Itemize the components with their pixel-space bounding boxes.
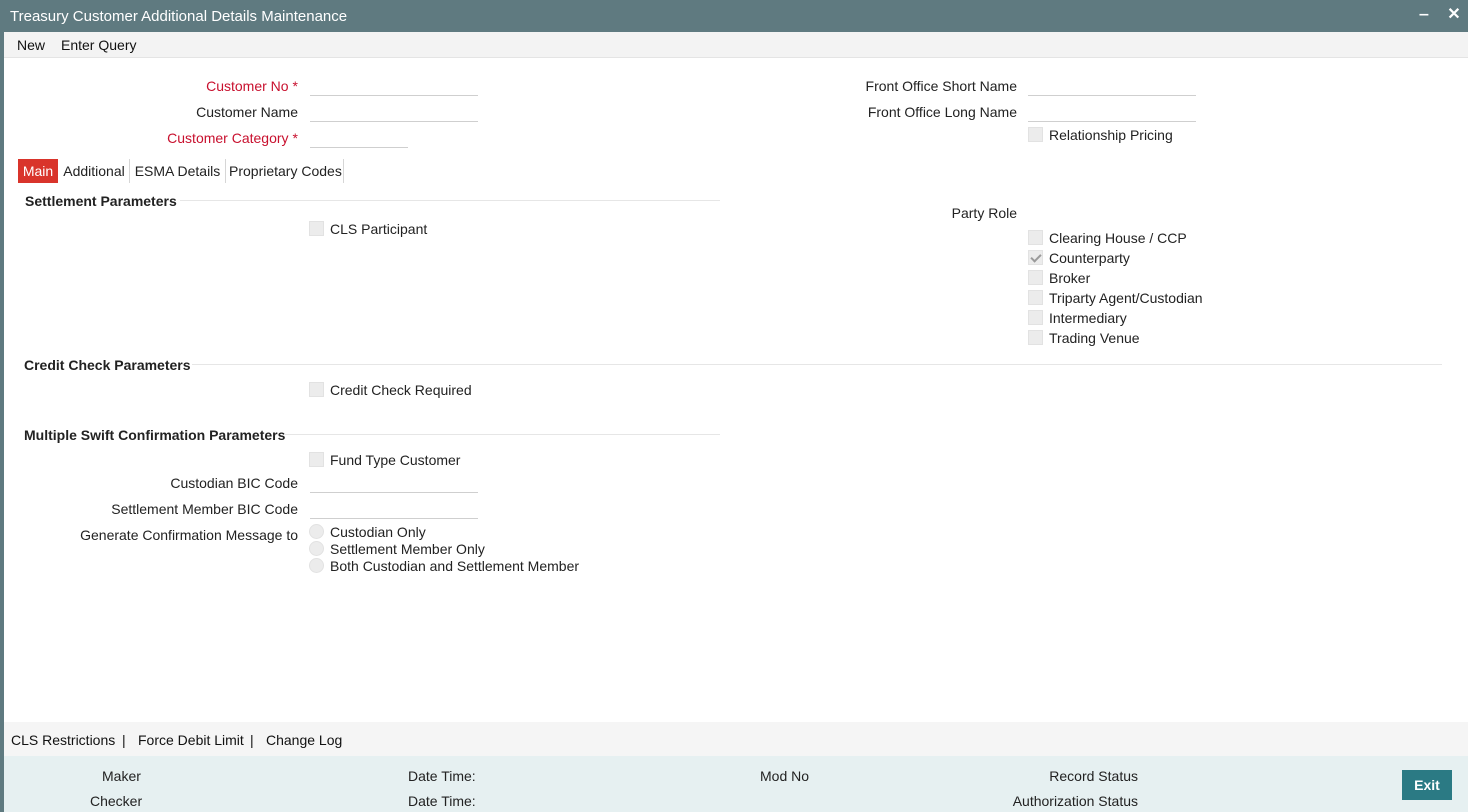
role-trading-venue-checkbox[interactable]: [1028, 330, 1043, 345]
role-label: Counterparty: [1049, 250, 1130, 266]
tab-additional[interactable]: Additional: [62, 159, 126, 183]
relationship-pricing-checkbox[interactable]: [1028, 127, 1043, 142]
maintenance-window: [0, 0, 1468, 812]
customer-name-field[interactable]: [310, 100, 478, 122]
maker-label: Maker: [102, 768, 141, 784]
settlement-member-only-radio[interactable]: [309, 541, 324, 556]
section-divider: [180, 200, 720, 201]
mod-no-label: Mod No: [760, 768, 810, 784]
link-separator: |: [250, 732, 254, 748]
role-label: Clearing House / CCP: [1049, 230, 1187, 246]
fund-type-customer-label: Fund Type Customer: [330, 452, 461, 468]
fo-long-name-field[interactable]: [1028, 100, 1196, 122]
tab-divider: [225, 159, 226, 183]
section-divider: [192, 364, 1442, 365]
fo-long-name-label: Front Office Long Name: [867, 104, 1017, 120]
cls-restrictions-link[interactable]: CLS Restrictions: [11, 732, 115, 748]
tab-divider: [343, 159, 344, 183]
tab-divider: [129, 159, 130, 183]
tab-main[interactable]: Main: [18, 159, 58, 183]
settlement-parameters-heading: Settlement Parameters: [25, 193, 177, 209]
window-title: Treasury Customer Additional Details Mai…: [10, 8, 348, 25]
customer-category-label: Customer Category *: [167, 130, 298, 146]
role-clearing-house-checkbox[interactable]: [1028, 230, 1043, 245]
footer-links-bar: CLS Restrictions | Force Debit Limit | C…: [4, 722, 1468, 756]
credit-check-heading: Credit Check Parameters: [24, 357, 191, 373]
audit-status-bar: [4, 756, 1468, 812]
customer-no-label: Customer No *: [206, 78, 298, 94]
authorization-status-label: Authorization Status: [1012, 793, 1138, 809]
new-menu-item[interactable]: New: [17, 37, 45, 53]
minimize-icon[interactable]: ‒: [1414, 5, 1434, 25]
customer-category-field[interactable]: [310, 126, 408, 148]
maker-date-time-label: Date Time:: [408, 768, 476, 784]
relationship-pricing-label: Relationship Pricing: [1049, 127, 1173, 143]
enter-query-menu-item[interactable]: Enter Query: [61, 37, 136, 53]
link-separator: |: [122, 732, 126, 748]
custodian-bic-label: Custodian BIC Code: [170, 475, 298, 491]
cls-participant-checkbox[interactable]: [309, 221, 324, 236]
fo-short-name-label: Front Office Short Name: [865, 78, 1017, 94]
checker-date-time-label: Date Time:: [408, 793, 476, 809]
both-custodian-settlement-radio[interactable]: [309, 558, 324, 573]
tab-proprietary-codes[interactable]: Proprietary Codes: [229, 159, 342, 183]
exit-button[interactable]: Exit: [1402, 770, 1452, 800]
checker-label: Checker: [90, 793, 143, 809]
fo-short-name-field[interactable]: [1028, 74, 1196, 96]
customer-name-label: Customer Name: [196, 104, 298, 120]
generate-confirmation-label: Generate Confirmation Message to: [80, 527, 298, 543]
custodian-bic-field[interactable]: [310, 471, 478, 493]
title-bar: Treasury Customer Additional Details Mai…: [0, 0, 1468, 32]
radio-label: Custodian Only: [330, 524, 426, 540]
credit-check-required-label: Credit Check Required: [330, 382, 472, 398]
radio-label: Both Custodian and Settlement Member: [330, 558, 580, 574]
fund-type-customer-checkbox[interactable]: [309, 452, 324, 467]
customer-no-field[interactable]: [310, 74, 478, 96]
role-broker-checkbox[interactable]: [1028, 270, 1043, 285]
party-role-label: Party Role: [951, 205, 1017, 221]
credit-check-required-checkbox[interactable]: [309, 382, 324, 397]
menu-bar: New Enter Query: [4, 32, 1468, 58]
role-label: Triparty Agent/Custodian: [1049, 290, 1203, 306]
section-divider: [284, 434, 720, 435]
tab-esma-details[interactable]: ESMA Details: [133, 159, 222, 183]
radio-label: Settlement Member Only: [330, 541, 485, 557]
role-intermediary-checkbox[interactable]: [1028, 310, 1043, 325]
close-icon[interactable]: ✕: [1444, 5, 1464, 25]
swift-confirmation-heading: Multiple Swift Confirmation Parameters: [24, 427, 286, 443]
custodian-only-radio[interactable]: [309, 524, 324, 539]
role-triparty-agent-checkbox[interactable]: [1028, 290, 1043, 305]
force-debit-limit-link[interactable]: Force Debit Limit: [138, 732, 244, 748]
record-status-label: Record Status: [1049, 768, 1138, 784]
cls-participant-label: CLS Participant: [330, 221, 428, 237]
role-label: Intermediary: [1049, 310, 1127, 326]
role-label: Trading Venue: [1049, 330, 1140, 346]
change-log-link[interactable]: Change Log: [266, 732, 342, 748]
role-counterparty-checkbox[interactable]: [1028, 250, 1043, 265]
settlement-member-bic-field[interactable]: [310, 497, 478, 519]
role-label: Broker: [1049, 270, 1091, 286]
settlement-member-bic-label: Settlement Member BIC Code: [111, 501, 298, 517]
